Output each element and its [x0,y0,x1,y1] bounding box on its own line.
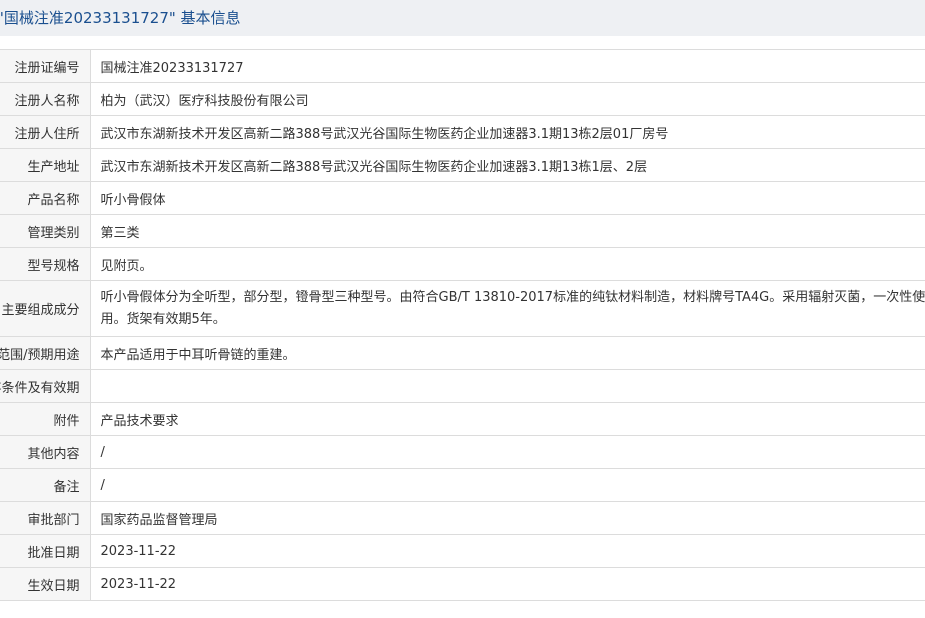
row-value: 听小骨假体分为全听型，部分型，镫骨型三种型号。由符合GB/T 13810-201… [90,280,925,337]
row-label: 管理类别 [0,214,91,248]
row-value: 第三类 [90,214,925,248]
row-value: / [90,468,925,502]
table-row: 生效日期 2023-11-22 [0,567,925,601]
row-label: 审批部门 [0,501,91,535]
row-value: 本产品适用于中耳听骨链的重建。 [90,336,925,370]
row-value: 柏为（武汉）医疗科技股份有限公司 [90,82,925,116]
table-row: 注册证编号 国械注准20233131727 [0,49,925,83]
section-header: "国械注准20233131727" 基本信息 [0,0,925,36]
table-row: 产品名称 听小骨假体 [0,181,925,215]
row-label: 注册证编号 [0,49,91,83]
row-label: 备注 [0,468,91,502]
row-value: 产品技术要求 [90,402,925,436]
table-row: 注册人名称 柏为（武汉）医疗科技股份有限公司 [0,82,925,116]
row-value: 听小骨假体 [90,181,925,215]
table-row: 其他内容 / [0,435,925,469]
row-label: 注册人名称 [0,82,91,116]
row-label: 批准日期 [0,534,91,568]
table-row: 审批部门 国家药品监督管理局 [0,501,925,535]
row-label: 主要组成成分 [0,280,91,337]
row-label: 型号规格 [0,247,91,281]
row-label: 生产地址 [0,148,91,182]
row-label: 注册人住所 [0,115,91,149]
row-label: 产品储存条件及有效期 [0,369,91,403]
row-label: 其他内容 [0,435,91,469]
row-value: 2023-11-22 [90,567,925,601]
table-row: 注册人住所 武汉市东湖新技术开发区高新二路388号武汉光谷国际生物医药企业加速器… [0,115,925,149]
row-label: 适用范围/预期用途 [0,336,91,370]
row-value [90,369,925,403]
row-value: 2023-11-22 [90,534,925,568]
row-value: / [90,435,925,469]
row-value: 国家药品监督管理局 [90,501,925,535]
row-value: 见附页。 [90,247,925,281]
row-label: 附件 [0,402,91,436]
table-row: 备注 / [0,468,925,502]
row-value: 国械注准20233131727 [90,49,925,83]
section-title: "国械注准20233131727" 基本信息 [0,9,241,27]
row-label: 生效日期 [0,567,91,601]
table-row: 型号规格 见附页。 [0,247,925,281]
table-row: 附件 产品技术要求 [0,402,925,436]
table-row: 适用范围/预期用途 本产品适用于中耳听骨链的重建。 [0,336,925,370]
table-row: 生产地址 武汉市东湖新技术开发区高新二路388号武汉光谷国际生物医药企业加速器3… [0,148,925,182]
table-row: 批准日期 2023-11-22 [0,534,925,568]
table-row: 产品储存条件及有效期 [0,369,925,403]
info-table: 注册证编号 国械注准20233131727 注册人名称 柏为（武汉）医疗科技股份… [0,49,925,601]
row-value: 武汉市东湖新技术开发区高新二路388号武汉光谷国际生物医药企业加速器3.1期13… [90,148,925,182]
row-value: 武汉市东湖新技术开发区高新二路388号武汉光谷国际生物医药企业加速器3.1期13… [90,115,925,149]
row-label: 产品名称 [0,181,91,215]
table-row: 管理类别 第三类 [0,214,925,248]
table-row: 主要组成成分 听小骨假体分为全听型，部分型，镫骨型三种型号。由符合GB/T 13… [0,280,925,337]
